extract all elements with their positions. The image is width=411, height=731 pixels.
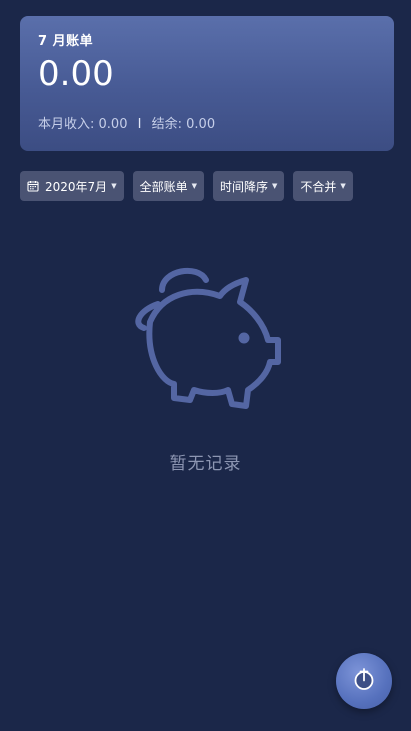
filter-bar: 2020年7月 ▼ 全部账单 ▼ 时间降序 ▼ 不合并 ▼ bbox=[20, 171, 353, 201]
chevron-down-icon: ▼ bbox=[111, 182, 117, 190]
chevron-down-icon: ▼ bbox=[340, 182, 346, 190]
piggy-bank-icon bbox=[128, 258, 288, 422]
sort-order-label: 时间降序 bbox=[219, 179, 268, 194]
monthly-summary-card: 7 月账单 0.00 本月收入: 0.00 I 结余: 0.00 bbox=[20, 16, 394, 151]
chevron-down-icon: ▼ bbox=[272, 182, 278, 190]
income-label: 本月收入: bbox=[38, 117, 95, 132]
balance-label: 结余: bbox=[151, 117, 182, 132]
month-filter-label: 2020年7月 bbox=[45, 179, 108, 194]
stopwatch-add-icon bbox=[351, 666, 377, 696]
month-bill-title: 7 月账单 bbox=[38, 34, 94, 49]
month-total-amount: 0.00 bbox=[38, 54, 114, 94]
month-filter-dropdown[interactable]: 2020年7月 ▼ bbox=[20, 171, 124, 201]
separator: I bbox=[137, 117, 142, 132]
calendar-icon bbox=[27, 180, 39, 192]
add-record-button[interactable] bbox=[336, 653, 392, 709]
merge-option-dropdown[interactable]: 不合并 ▼ bbox=[293, 171, 353, 201]
balance-value: 0.00 bbox=[186, 117, 216, 132]
empty-state-text: 暂无记录 bbox=[169, 454, 242, 474]
merge-option-label: 不合并 bbox=[300, 179, 337, 194]
bill-type-filter-dropdown[interactable]: 全部账单 ▼ bbox=[132, 171, 204, 201]
chevron-down-icon: ▼ bbox=[191, 182, 197, 190]
bill-type-filter-label: 全部账单 bbox=[139, 179, 188, 194]
income-balance-line: 本月收入: 0.00 I 结余: 0.00 bbox=[38, 117, 215, 133]
income-value: 0.00 bbox=[98, 117, 128, 132]
sort-order-dropdown[interactable]: 时间降序 ▼ bbox=[212, 171, 285, 201]
